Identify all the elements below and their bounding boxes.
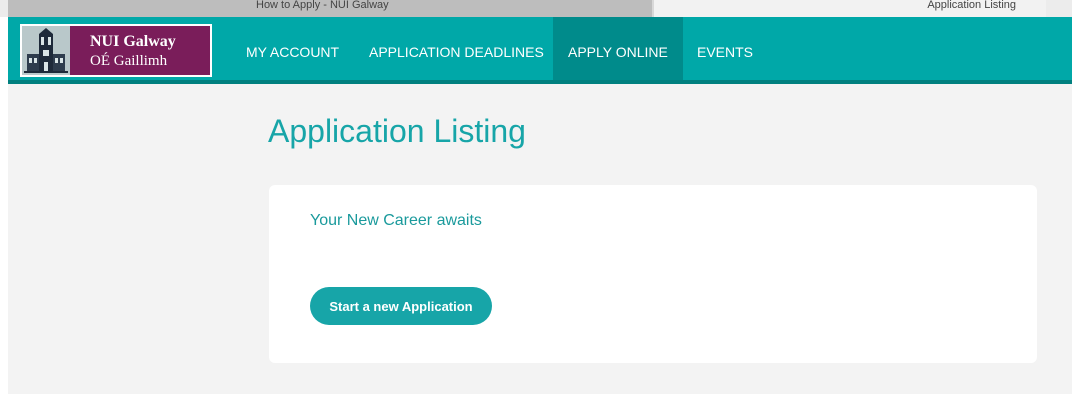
application-card: Your New Career awaits Start a new Appli… — [269, 185, 1037, 363]
browser-tab-application-listing[interactable]: Application Listing — [654, 0, 1046, 17]
logo-name-irish: OÉ Gaillimh — [90, 53, 168, 69]
card-heading: Your New Career awaits — [310, 212, 482, 229]
browser-tabstrip: How to Apply - NUI Galway Application Li… — [0, 0, 1072, 17]
nav-apply-online[interactable]: APPLY ONLINE — [553, 17, 683, 80]
page-title: Application Listing — [268, 113, 526, 149]
logo-name-english: NUI Galway — [90, 33, 176, 50]
start-new-application-button[interactable]: Start a new Application — [310, 287, 492, 325]
browser-tab-title: How to Apply - NUI Galway — [256, 0, 389, 11]
nav-events[interactable]: EVENTS — [697, 17, 753, 80]
browser-tab-title: Application Listing — [927, 0, 1016, 11]
top-navbar: NUI Galway OÉ Gaillimh MY ACCOUNT APPLIC… — [8, 17, 1072, 80]
nav-application-deadlines[interactable]: APPLICATION DEADLINES — [369, 17, 544, 80]
quadrangle-tower-icon — [22, 26, 70, 75]
nav-my-account[interactable]: MY ACCOUNT — [246, 17, 339, 80]
nui-galway-logo[interactable]: NUI Galway OÉ Gaillimh — [20, 24, 212, 77]
browser-tab-how-to-apply[interactable]: How to Apply - NUI Galway — [8, 0, 652, 17]
